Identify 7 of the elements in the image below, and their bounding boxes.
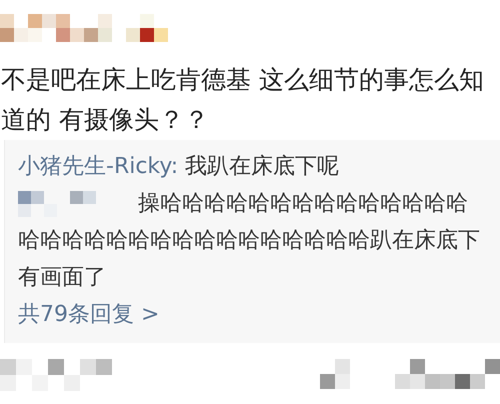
reply-text: 操哈哈哈哈哈哈哈哈哈哈哈哈哈哈	[138, 191, 468, 216]
reply-text: 有画面了	[18, 265, 106, 290]
more-replies-link[interactable]: 共79条回复 >	[18, 296, 160, 333]
comment-text: 不是吧在床上吃肯德基 这么细节的事怎么知道的 有摄像头？？	[0, 64, 485, 136]
reply-text: 哈哈哈哈哈哈哈哈哈哈哈哈哈哈哈哈趴在床底下	[18, 228, 480, 253]
reply-text: 我趴在床底下呢	[184, 154, 339, 179]
reply-author-link[interactable]: 小猪先生-Ricky:	[18, 154, 178, 179]
